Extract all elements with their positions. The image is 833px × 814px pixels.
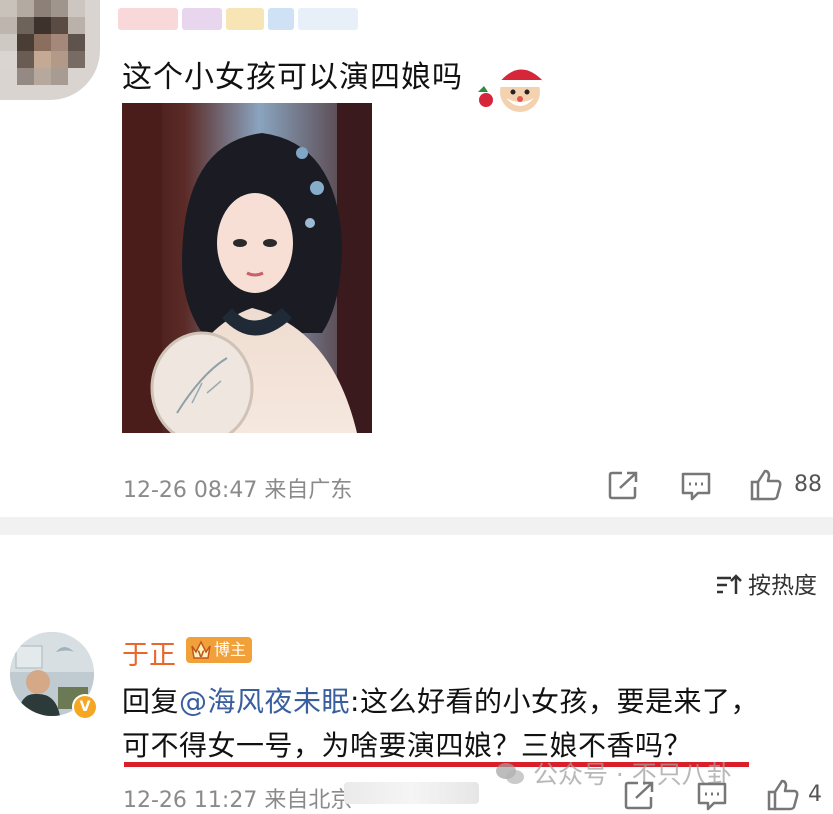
sort-label: 按热度 — [748, 573, 817, 599]
reply-comment-icon[interactable] — [696, 780, 728, 812]
post-text: 这个小女孩可以演四娘吗 — [122, 60, 463, 95]
post-time: 12-26 08:47 — [123, 478, 258, 503]
post-location: 来自广东 — [264, 478, 353, 503]
like-icon[interactable] — [749, 468, 783, 502]
mention-link[interactable]: @海风夜未眠 — [179, 685, 350, 718]
reply-share-icon[interactable] — [624, 780, 656, 810]
post-meta: 12-26 08:47 来自广东 — [123, 472, 352, 504]
reply-like-count: 4 — [808, 782, 822, 807]
sort-icon — [717, 574, 742, 594]
wechat-icon — [496, 763, 524, 784]
reply-meta: 12-26 11:27 来自北京 — [123, 782, 352, 814]
reply-text-line-1: 回复@海风夜未眠:这么好看的小女孩，要是来了， — [122, 680, 759, 720]
verified-badge-icon: V — [72, 694, 98, 720]
reply-time: 12-26 11:27 — [123, 788, 258, 813]
avatar[interactable] — [0, 0, 100, 100]
reply-location: 来自北京 — [264, 788, 353, 813]
crown-icon: V — [191, 640, 211, 660]
reply-prefix: 回复 — [122, 685, 180, 718]
reply-like-icon[interactable] — [766, 778, 800, 812]
username-blurred[interactable] — [118, 8, 388, 36]
santa-emoji-icon — [478, 69, 544, 112]
post-photo[interactable] — [122, 103, 372, 433]
blurred-region — [344, 782, 479, 804]
share-icon[interactable] — [608, 470, 640, 500]
svg-text:V: V — [198, 650, 205, 660]
reply-author-name[interactable]: 于正 — [122, 633, 176, 672]
sort-by-hot-button[interactable]: 按热度 — [716, 566, 817, 600]
reply-text-1: :这么好看的小女孩，要是来了， — [350, 685, 759, 718]
section-divider — [0, 517, 833, 535]
like-count: 88 — [794, 472, 822, 497]
comment-icon[interactable] — [680, 470, 712, 502]
